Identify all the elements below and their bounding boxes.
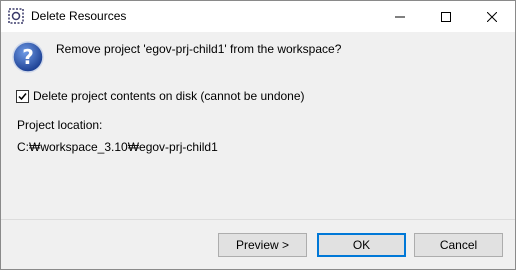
cancel-button[interactable]: Cancel [414,233,503,257]
delete-contents-checkbox[interactable] [16,89,29,103]
question-icon: ? [12,41,44,73]
minimize-button[interactable] [377,1,423,32]
confirmation-message: Remove project 'egov-prj-child1' from th… [56,42,342,56]
window-title: Delete Resources [31,9,127,23]
checkmark-icon [18,92,27,100]
close-button[interactable] [469,1,515,32]
close-icon [487,11,497,22]
separator [1,219,515,220]
maximize-icon [441,11,451,22]
title-bar[interactable]: Delete Resources [1,1,515,32]
minimize-icon [395,16,405,17]
preview-button[interactable]: Preview > [218,233,307,257]
maximize-button[interactable] [423,1,469,32]
delete-contents-label: Delete project contents on disk (cannot … [33,89,305,103]
delete-contents-option[interactable]: Delete project contents on disk (cannot … [16,88,305,104]
project-location-label: Project location: [17,118,103,132]
ok-button[interactable]: OK [317,233,406,257]
delete-resources-dialog: Delete Resources ? Remove project 'egov-… [0,0,516,270]
svg-text:?: ? [22,45,34,69]
project-location-value: C:₩workspace_3.10₩egov-prj-child1 [17,140,218,154]
eclipse-app-icon [8,8,24,24]
